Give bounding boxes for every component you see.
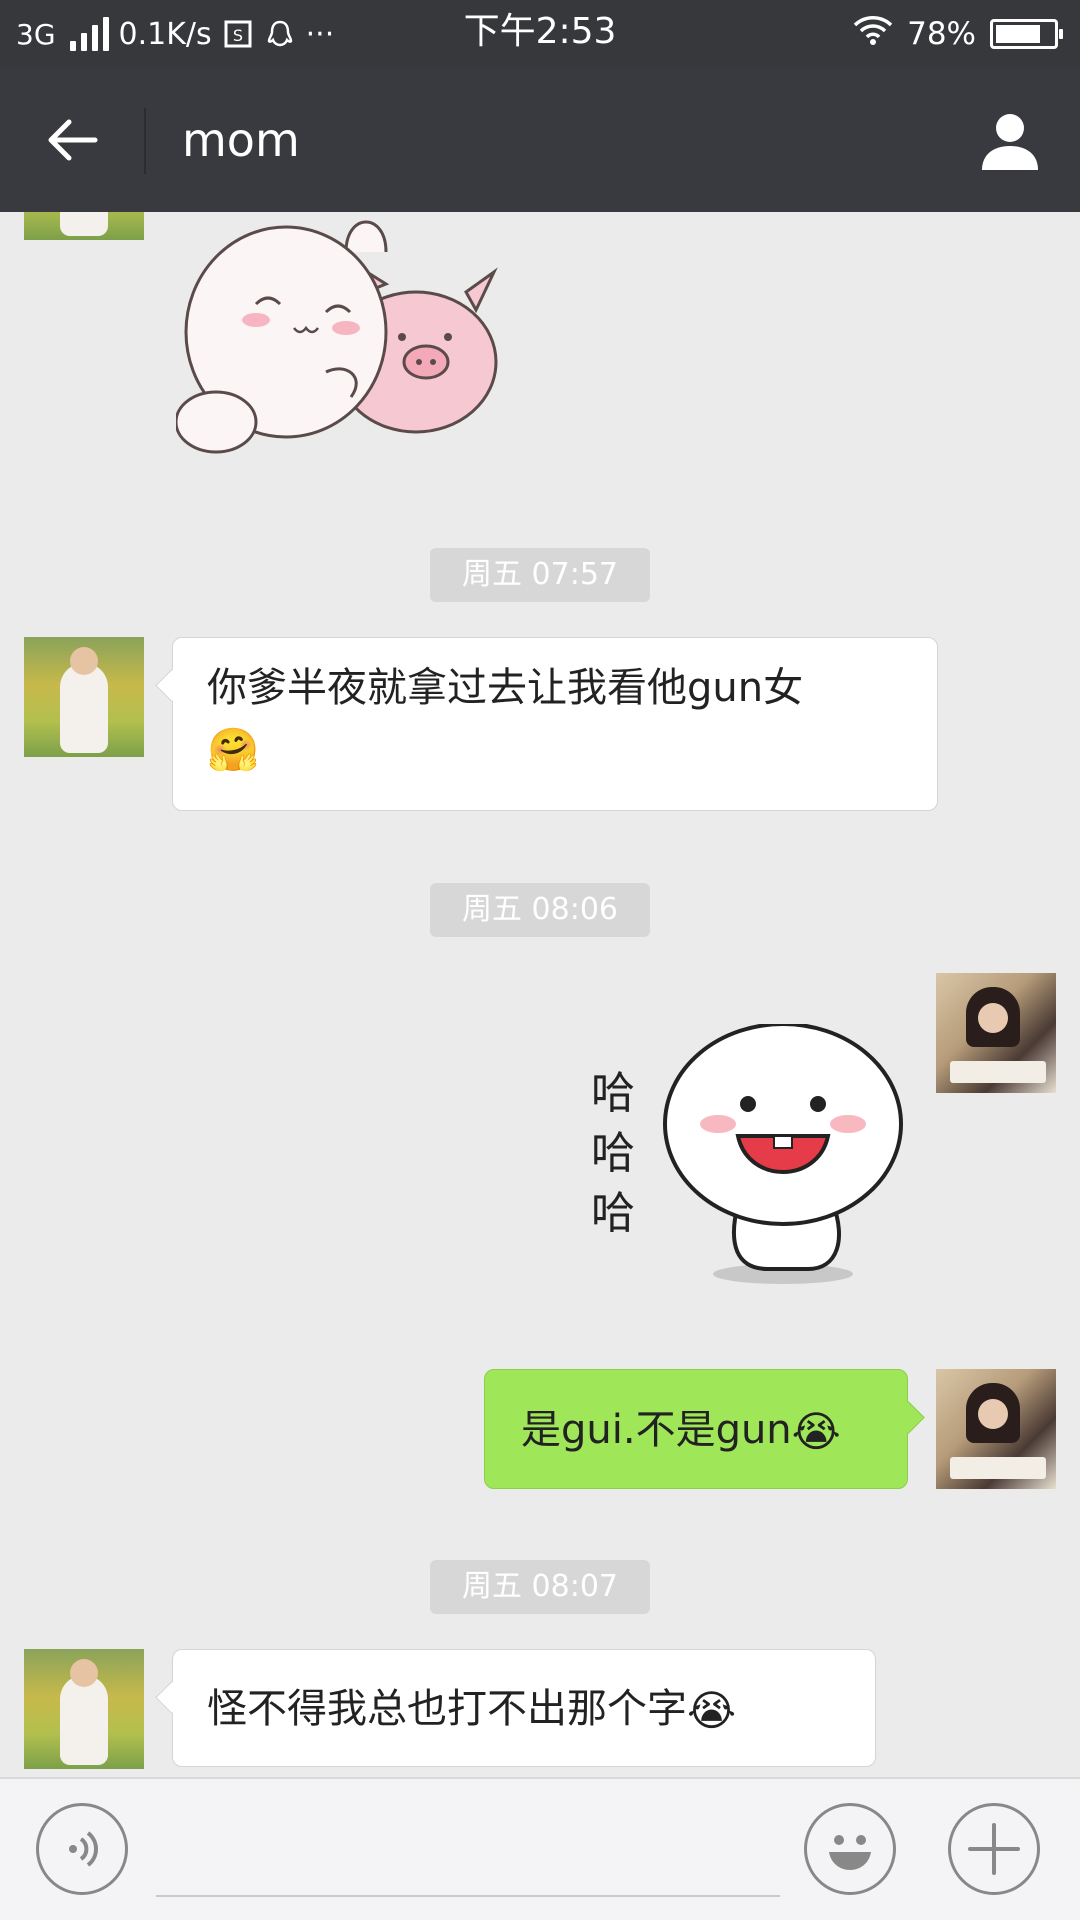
voice-button[interactable] bbox=[36, 1803, 128, 1895]
profile-button[interactable] bbox=[974, 104, 1046, 176]
contact-avatar[interactable] bbox=[24, 212, 144, 240]
voice-icon bbox=[69, 1831, 98, 1867]
status-bar: 3G 0.1K/s S ··· 下午2:53 78% bbox=[0, 0, 1080, 68]
emoji-button[interactable] bbox=[804, 1803, 896, 1895]
message-list[interactable]: 周五 07:57 你爹半夜就拿过去让我看他gun女 🤗 周五 08:06 哈 哈… bbox=[0, 212, 1080, 1777]
timestamp: 周五 08:07 bbox=[430, 1560, 650, 1614]
wifi-icon bbox=[853, 14, 893, 54]
timestamp: 周五 07:57 bbox=[430, 548, 650, 602]
my-avatar[interactable] bbox=[936, 1369, 1056, 1489]
message-input[interactable] bbox=[156, 1819, 784, 1893]
message-bubble-received[interactable]: 怪不得我总也打不出那个字😭 bbox=[172, 1649, 876, 1767]
laughing-bun-sticker[interactable]: 哈 哈 哈 bbox=[568, 1024, 908, 1284]
more-actions-button[interactable] bbox=[948, 1803, 1040, 1895]
input-bar bbox=[0, 1777, 1080, 1920]
battery-icon bbox=[990, 19, 1063, 49]
sticker-text: 哈 哈 哈 bbox=[591, 1068, 635, 1239]
contact-avatar[interactable] bbox=[24, 1649, 144, 1769]
message-bubble-sent[interactable]: 是gui.不是gun😭 bbox=[484, 1369, 908, 1489]
back-arrow-icon bbox=[48, 119, 98, 161]
crying-face-emoji: 😭 bbox=[791, 1407, 841, 1456]
chat-title: mom bbox=[182, 113, 300, 167]
plus-icon bbox=[968, 1823, 1020, 1875]
person-icon bbox=[982, 114, 1038, 170]
crying-face-emoji: 😭 bbox=[687, 1686, 737, 1735]
title-bar: mom bbox=[0, 68, 1080, 212]
my-avatar[interactable] bbox=[936, 973, 1056, 1093]
message-text: 怪不得我总也打不出那个字 bbox=[207, 1686, 687, 1732]
timestamp: 周五 08:06 bbox=[430, 883, 650, 937]
contact-avatar[interactable] bbox=[24, 637, 144, 757]
status-right: 78% bbox=[853, 0, 1063, 68]
battery-percent: 78% bbox=[907, 16, 976, 52]
input-underline bbox=[156, 1895, 780, 1897]
back-button[interactable] bbox=[36, 104, 108, 176]
title-divider bbox=[144, 108, 146, 174]
message-text: 你爹半夜就拿过去让我看他gun女 bbox=[207, 665, 804, 711]
smiley-icon bbox=[829, 1835, 871, 1870]
hugging-face-emoji: 🤗 bbox=[207, 725, 260, 774]
bunny-pig-hug-sticker[interactable] bbox=[174, 212, 516, 472]
message-text: 是gui.不是gun bbox=[521, 1407, 792, 1453]
message-bubble-received[interactable]: 你爹半夜就拿过去让我看他gun女 🤗 bbox=[172, 637, 938, 811]
